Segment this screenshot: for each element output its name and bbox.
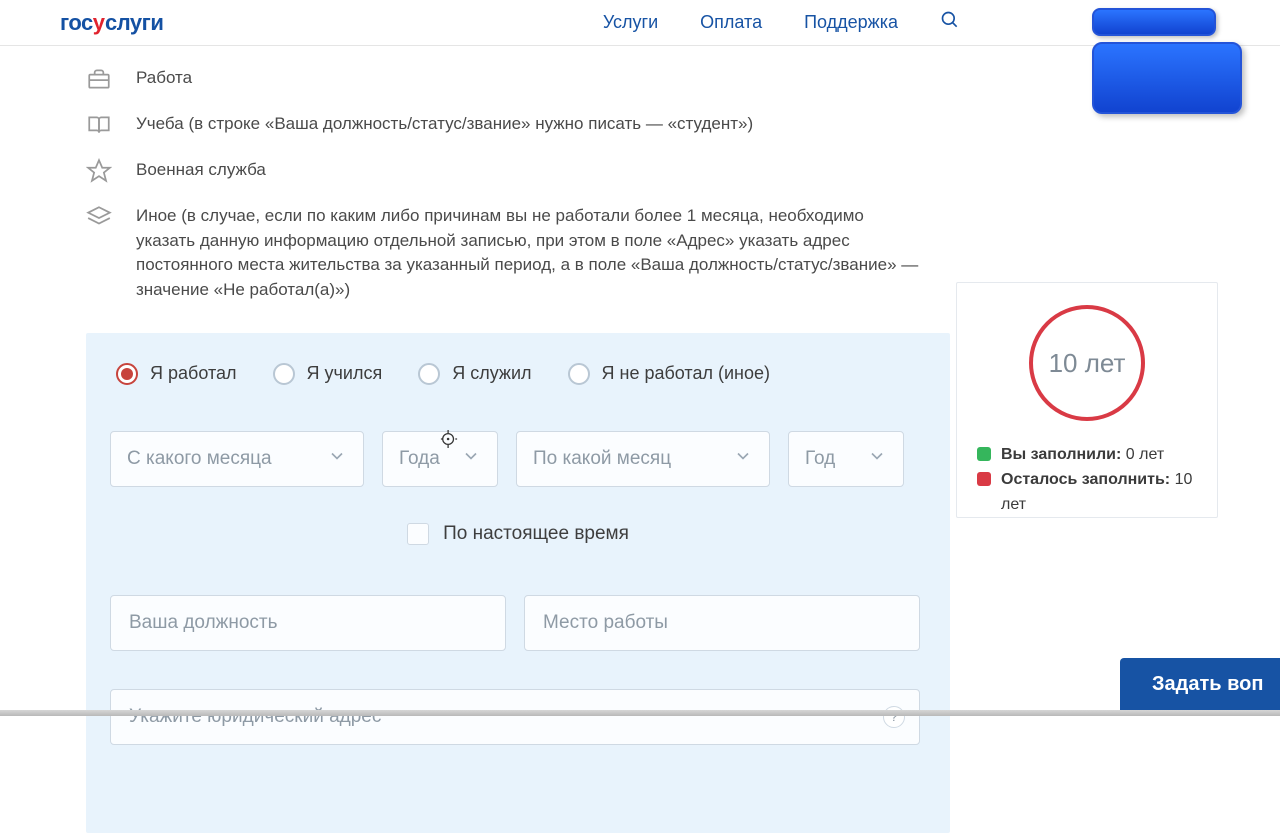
nav-services[interactable]: Услуги (603, 12, 658, 33)
chevron-down-icon (327, 446, 347, 472)
radio-studied-label: Я учился (307, 363, 383, 384)
briefcase-icon (86, 66, 112, 92)
logo-y: у (93, 10, 105, 36)
nav: Услуги Оплата Поддержка (603, 10, 960, 35)
progress-legend: Вы заполнили: 0 лет Осталось заполнить: … (977, 443, 1197, 517)
legend-filled: Вы заполнили: 0 лет (977, 443, 1197, 468)
help-icon[interactable]: ? (883, 706, 905, 728)
progress-ring-text: 10 лет (1049, 348, 1126, 379)
from-year-select[interactable]: Года (382, 431, 498, 487)
info-row-other: Иное (в случае, если по каким либо причи… (86, 204, 926, 303)
radio-worked-label: Я работал (150, 363, 237, 384)
workplace-input-wrap (524, 595, 920, 651)
star-icon (86, 158, 112, 184)
radio-dot-icon (116, 363, 138, 385)
info-text-military: Военная служба (136, 158, 266, 183)
position-input-wrap (110, 595, 506, 651)
radio-dot-icon (273, 363, 295, 385)
form-panel: Я работал Я учился Я служил Я не работал… (86, 333, 950, 833)
search-icon[interactable] (940, 10, 960, 35)
present-checkbox[interactable] (407, 523, 429, 545)
cta-big-button[interactable] (1092, 42, 1242, 114)
present-row: По настоящее время (110, 523, 926, 545)
radio-worked[interactable]: Я работал (116, 363, 237, 385)
info-text-study: Учеба (в строке «Ваша должность/статус/з… (136, 112, 753, 137)
to-year-placeholder: Год (805, 448, 835, 470)
radio-none[interactable]: Я не работал (иное) (568, 363, 770, 385)
progress-card: 10 лет Вы заполнили: 0 лет Осталось запо… (956, 282, 1218, 518)
legend-filled-label: Вы заполнили: (1001, 446, 1121, 463)
position-input[interactable] (129, 612, 487, 634)
chevron-down-icon (867, 446, 887, 472)
radio-studied[interactable]: Я учился (273, 363, 383, 385)
logo[interactable]: гос у слуги (60, 10, 163, 36)
radio-served-label: Я служил (452, 363, 531, 384)
ask-question-button[interactable]: Задать воп (1120, 658, 1280, 710)
cta-small-button[interactable] (1092, 8, 1216, 36)
address-row: ? (110, 689, 926, 745)
info-row-military: Военная служба (86, 158, 926, 184)
present-label: По настоящее время (443, 523, 629, 545)
info-row-study: Учеба (в строке «Ваша должность/статус/з… (86, 112, 926, 138)
bottom-divider (0, 710, 1280, 716)
header: гос у слуги Услуги Оплата Поддержка (0, 0, 1280, 46)
to-month-placeholder: По какой месяц (533, 448, 671, 470)
to-month-select[interactable]: По какой месяц (516, 431, 770, 487)
chevron-down-icon (733, 446, 753, 472)
progress-ring: 10 лет (1029, 305, 1145, 421)
position-workplace-row (110, 595, 926, 651)
logo-slugi: слуги (105, 10, 163, 36)
chevron-down-icon (461, 446, 481, 472)
radio-group: Я работал Я учился Я служил Я не работал… (110, 363, 926, 385)
legend-remaining: Осталось заполнить: 10 лет (977, 468, 1197, 518)
from-month-placeholder: С какого месяца (127, 448, 272, 470)
info-text-other: Иное (в случае, если по каким либо причи… (136, 204, 926, 303)
book-icon (86, 112, 112, 138)
radio-served[interactable]: Я служил (418, 363, 531, 385)
layers-icon (86, 204, 112, 230)
swatch-red-icon (977, 472, 991, 486)
info-text-work: Работа (136, 66, 192, 91)
cta-buttons (1092, 8, 1242, 114)
legend-remaining-label: Осталось заполнить: (1001, 471, 1170, 488)
to-year-select[interactable]: Год (788, 431, 904, 487)
radio-dot-icon (568, 363, 590, 385)
logo-gos: гос (60, 10, 93, 36)
radio-none-label: Я не работал (иное) (602, 363, 770, 384)
from-year-placeholder: Года (399, 448, 440, 470)
nav-support[interactable]: Поддержка (804, 12, 898, 33)
address-input[interactable] (129, 706, 901, 728)
address-input-wrap: ? (110, 689, 920, 745)
swatch-green-icon (977, 447, 991, 461)
period-selects: С какого месяца Года По какой месяц Год (110, 431, 926, 487)
ask-question-label: Задать воп (1152, 673, 1263, 696)
from-month-select[interactable]: С какого месяца (110, 431, 364, 487)
info-row-work: Работа (86, 66, 926, 92)
radio-dot-icon (418, 363, 440, 385)
nav-payment[interactable]: Оплата (700, 12, 762, 33)
legend-filled-value: 0 лет (1121, 446, 1164, 463)
workplace-input[interactable] (543, 612, 901, 634)
